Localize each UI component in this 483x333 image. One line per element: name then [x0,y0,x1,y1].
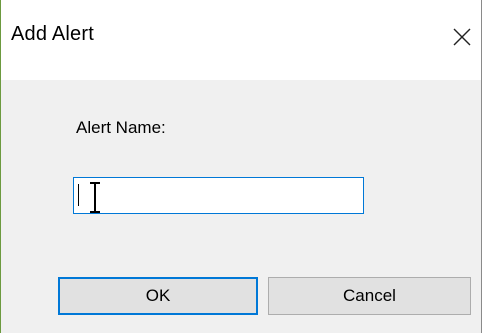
dialog-title: Add Alert [11,23,94,45]
close-button[interactable] [445,20,479,54]
cancel-button[interactable]: Cancel [268,277,471,315]
alert-name-input[interactable] [73,177,364,214]
text-caret [78,184,79,206]
add-alert-dialog: Add Alert Alert Name: OK Cancel [0,0,482,333]
alert-name-label: Alert Name: [76,118,166,137]
ok-button[interactable]: OK [58,277,258,315]
close-icon [453,28,471,46]
dialog-body: Alert Name: OK Cancel [1,80,481,333]
title-bar: Add Alert [1,0,481,80]
ibeam-cursor-icon [90,182,100,213]
